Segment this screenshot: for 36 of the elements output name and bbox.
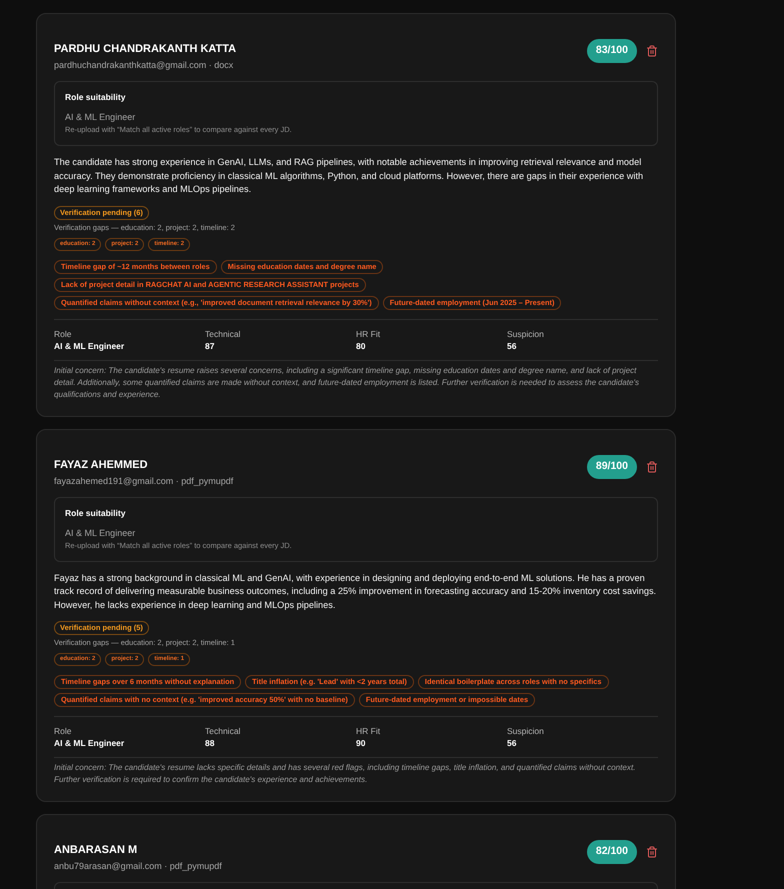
suggested-role: AI & ML Engineer	[65, 526, 136, 538]
candidate-name: ANBARASAN M	[54, 843, 138, 858]
stat-label: HR Fit	[356, 725, 382, 737]
stat-value: 56	[507, 737, 518, 750]
score-badge: 82/100	[586, 840, 637, 864]
stat-value: 90	[356, 737, 366, 750]
stat-value: 56	[507, 340, 518, 352]
score-badge: 89/100	[586, 454, 637, 478]
stat-label: Technical	[205, 328, 242, 340]
candidate-name: FAYAZ AHEMMED	[54, 458, 149, 472]
candidate-contact: anbu79arasan@gmail.com · pdf_pymupdf	[54, 860, 222, 873]
stat-value: AI & ML Engineer	[54, 737, 126, 750]
trash-icon[interactable]	[646, 460, 658, 472]
candidate-contact: fayazahemed191@gmail.com · pdf_pymupdf	[54, 474, 234, 488]
stat-value: AI & ML Engineer	[54, 340, 126, 352]
stat-value: 87	[205, 340, 216, 352]
stat-label: Suspicion	[507, 725, 545, 737]
candidate-summary: The candidate has strong experience in GenAI, LLMs, and RAG pipelines, with notable achievements in improving retrieval relevance and model accuracy. They demonstrate proficiency in classical ML algorithms, Python, and cloud platforms. However, there are gaps in their experience with deep learning frameworks and MLOps pipelines.	[54, 156, 644, 196]
stat-label: Role	[54, 328, 72, 340]
stat-value: 80	[356, 340, 366, 352]
trash-icon[interactable]	[646, 45, 658, 57]
panel-title: Role suitability	[65, 506, 126, 520]
concern-note: Initial concern: The candidate's resume lacks specific details and has several red flags, including timeline gaps, title inflation, and quantified claims without context. Further verification is required to confirm the candidate's experience and achievements.	[54, 762, 636, 786]
score-badge: 83/100	[586, 39, 637, 63]
stat-label: Suspicion	[507, 328, 545, 340]
stat-label: HR Fit	[356, 328, 382, 340]
stat-label: Role	[54, 725, 72, 737]
stat-value: 88	[205, 737, 216, 750]
concern-note: Initial concern: The candidate's resume raises several concerns, including a significant timeline gap, missing education dates and degree name, and lack of project detail. Additionally, some quantified claims are made without context, and future-dated employment is listed. Further verification is needed to assess the candidate's qualifications and experience.	[54, 364, 640, 400]
panel-title: Role suitability	[65, 91, 126, 104]
candidate-name: PARDHU CHANDRAKANTH KATTA	[54, 42, 236, 57]
stat-label: Technical	[205, 725, 242, 737]
trash-icon[interactable]	[646, 846, 658, 858]
candidate-contact: pardhuchandrakanthkatta@gmail.com · docx	[54, 59, 234, 72]
candidate-summary: Fayaz has a strong background in classical ML and GenAI, with experience in designing and deploying end-to-end ML solutions. He has a proven track record of delivering measurable business outcomes, including a 25% improvement in forecasting accuracy and 15-20% inventory cost savings. However, he lacks experience in deep learning and MLOps pipelines.	[54, 572, 658, 612]
suggested-role: AI & ML Engineer	[65, 111, 136, 123]
